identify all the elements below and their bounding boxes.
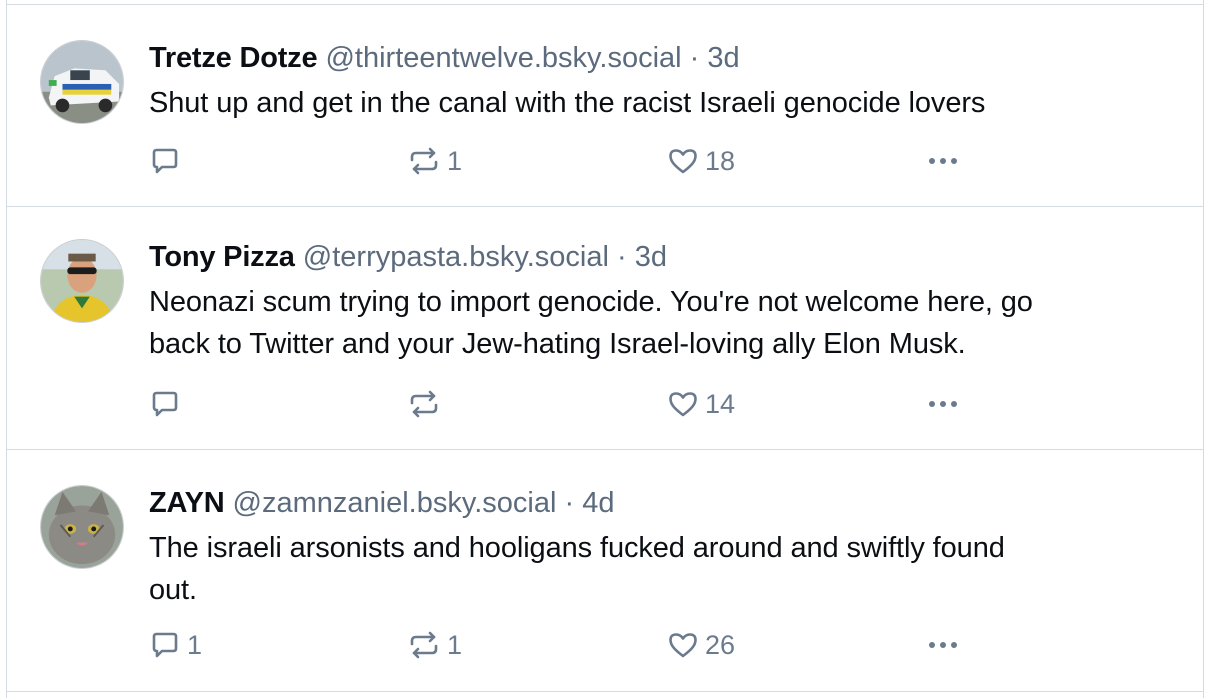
post-text-line: back to Twitter and your Jew-hating Isra… bbox=[149, 328, 966, 360]
avatar[interactable] bbox=[40, 485, 124, 569]
post-feed: Tretze Dotze @thirteentwelve.bsky.social… bbox=[6, 0, 1204, 698]
reply-count: 1 bbox=[187, 629, 203, 660]
more-options-button[interactable] bbox=[925, 141, 961, 181]
like-button[interactable]: 26 bbox=[667, 625, 735, 665]
more-dots-icon bbox=[925, 388, 961, 420]
like-button[interactable]: 14 bbox=[667, 384, 735, 424]
like-button[interactable]: 18 bbox=[667, 141, 735, 181]
post-time[interactable]: 4d bbox=[582, 487, 614, 519]
repost-button[interactable] bbox=[407, 384, 447, 424]
like-count: 18 bbox=[705, 145, 736, 176]
post-text-line: Shut up and get in the canal with the ra… bbox=[149, 87, 986, 119]
repost-button[interactable]: 1 bbox=[407, 625, 462, 665]
post-text: Neonazi scum trying to import genocide. … bbox=[149, 281, 1163, 365]
author-handle[interactable]: @thirteentwelve.bsky.social bbox=[325, 42, 681, 74]
post-text-line: out. bbox=[149, 574, 197, 606]
more-options-button[interactable] bbox=[925, 625, 961, 665]
avatar[interactable] bbox=[40, 40, 124, 124]
like-count: 26 bbox=[705, 629, 736, 660]
more-dots-icon bbox=[925, 145, 961, 177]
meta-separator: · bbox=[689, 42, 700, 74]
author-handle[interactable]: @zamnzaniel.bsky.social bbox=[233, 487, 557, 519]
author-handle[interactable]: @terrypasta.bsky.social bbox=[303, 241, 609, 273]
post[interactable]: ZAYN @zamnzaniel.bsky.social · 4d The is… bbox=[7, 450, 1203, 692]
meta-separator: · bbox=[564, 487, 575, 519]
repost-count: 1 bbox=[447, 629, 463, 660]
post-text: The israeli arsonists and hooligans fuck… bbox=[149, 527, 1163, 611]
heart-icon bbox=[667, 388, 699, 420]
reply-bubble-icon bbox=[149, 629, 181, 661]
meta-separator: · bbox=[616, 241, 627, 273]
post-time[interactable]: 3d bbox=[635, 241, 667, 273]
post-text-line: The israeli arsonists and hooligans fuck… bbox=[149, 532, 1005, 564]
reply-button[interactable] bbox=[149, 384, 187, 424]
post[interactable]: Tony Pizza @terrypasta.bsky.social · 3d … bbox=[7, 207, 1203, 450]
reply-button[interactable] bbox=[149, 141, 187, 181]
author-name[interactable]: Tretze Dotze bbox=[149, 42, 318, 74]
repost-arrows-icon bbox=[407, 388, 441, 420]
repost-button[interactable]: 1 bbox=[407, 141, 462, 181]
more-dots-icon bbox=[925, 629, 961, 661]
author-name[interactable]: ZAYN bbox=[149, 487, 225, 519]
repost-count: 1 bbox=[447, 145, 463, 176]
reply-bubble-icon bbox=[149, 388, 181, 420]
reply-bubble-icon bbox=[149, 145, 181, 177]
repost-arrows-icon bbox=[407, 145, 441, 177]
post-text: Shut up and get in the canal with the ra… bbox=[149, 82, 1163, 124]
post[interactable]: Tretze Dotze @thirteentwelve.bsky.social… bbox=[7, 4, 1203, 207]
avatar[interactable] bbox=[40, 239, 124, 323]
post-text-line: Neonazi scum trying to import genocide. … bbox=[149, 286, 1033, 318]
like-count: 14 bbox=[705, 388, 736, 419]
author-name[interactable]: Tony Pizza bbox=[149, 241, 295, 273]
repost-arrows-icon bbox=[407, 629, 441, 661]
post-time[interactable]: 3d bbox=[707, 42, 739, 74]
reply-button[interactable]: 1 bbox=[149, 625, 202, 665]
more-options-button[interactable] bbox=[925, 384, 961, 424]
heart-icon bbox=[667, 145, 699, 177]
heart-icon bbox=[667, 629, 699, 661]
